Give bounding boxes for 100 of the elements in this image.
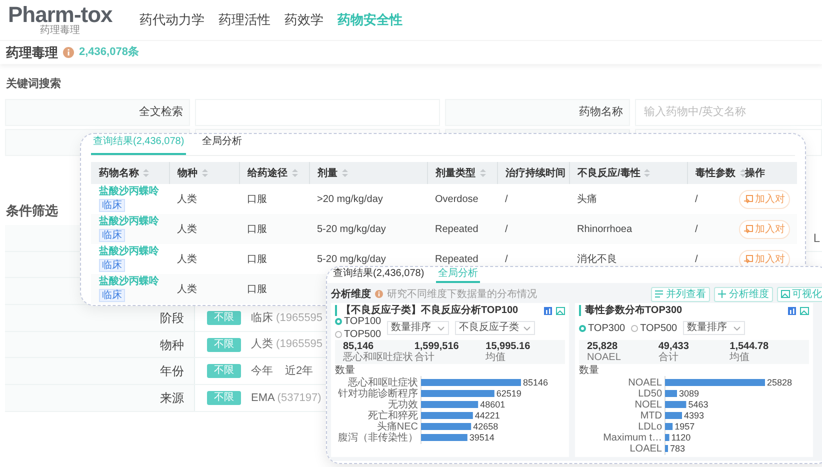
panel-title: 【不良反应子类】不良反应分析TOP100 <box>335 305 518 316</box>
select-field[interactable]: 数量排序 <box>683 321 746 335</box>
info-icon <box>63 47 74 58</box>
data-label: 42658 <box>473 422 498 432</box>
column-header: 给药途径 <box>248 166 288 180</box>
logo-subtitle: 药理毒理 <box>39 26 82 36</box>
table-cell: 消化不良 <box>577 254 617 264</box>
stat-value: 1,599,516 <box>414 341 460 352</box>
category-label: 无功效 <box>388 400 418 410</box>
category-label: 恶心和呕吐症状 <box>348 378 418 388</box>
filter-option[interactable]: 近2年 <box>285 363 314 380</box>
info-icon <box>375 290 383 298</box>
category-label: 死亡和猝死 <box>368 410 418 422</box>
table-cell: / <box>695 224 698 234</box>
table-cell: 口服 <box>247 254 267 264</box>
table-cell: 人类 <box>177 194 197 204</box>
category-label: MTD <box>640 410 662 422</box>
table-cell: >20 mg/kg/day <box>317 194 383 204</box>
table-cell: Repeated <box>435 254 478 264</box>
stat-value: 15,995.16 <box>486 341 532 352</box>
data-label: 44221 <box>474 410 500 420</box>
table-cell: 人类 <box>177 284 197 294</box>
stat-label: 均值 <box>730 352 751 363</box>
caret-icon <box>437 324 446 332</box>
column-header: 治疗持续时间 <box>506 166 566 180</box>
column-header: 不良反应/毒性 <box>578 166 640 180</box>
select-field[interactable]: 不良反应子类 <box>455 321 536 335</box>
select-field[interactable]: 数量排序 <box>387 321 450 335</box>
hint-text: 研究不同维度下数据量的分布情况 <box>387 288 537 302</box>
stat-value: 25,828 <box>587 341 619 352</box>
field-label: 药物名称 <box>445 98 630 126</box>
radio-option[interactable]: TOP100 <box>335 316 382 327</box>
caret-icon <box>733 324 742 332</box>
tab[interactable]: 全局分析 <box>200 134 244 155</box>
stat-value: 49,433 <box>658 341 690 352</box>
field-label: 全文检索 <box>5 98 190 126</box>
column-header: 毒性参数 <box>696 166 736 180</box>
table-cell: 人类 <box>177 254 197 264</box>
table-cell: Overdose <box>435 194 478 204</box>
filter-option[interactable]: 临床 (1965595 <box>251 310 323 326</box>
bar <box>421 434 468 441</box>
nav-tab[interactable]: 药效学 <box>277 10 330 30</box>
stat-label: 合计 <box>658 352 680 363</box>
table-cell: 口服 <box>247 224 267 234</box>
section-title: 条件筛选 <box>6 202 58 220</box>
category-label: NOAEL <box>628 378 662 388</box>
phase-tag: 临床 <box>99 258 125 272</box>
phase-tag: 临床 <box>99 228 125 242</box>
stat-value: 1,544.78 <box>730 341 770 352</box>
data-label: 783 <box>670 444 686 454</box>
data-label: 1120 <box>671 432 691 442</box>
phase-tag: 临床 <box>99 288 125 302</box>
table-cell: Repeated <box>435 224 478 234</box>
axis-label: 数量 <box>335 365 355 376</box>
tab[interactable]: 查询结果(2,436,078) <box>331 268 426 283</box>
radio-option[interactable]: TOP500 <box>631 322 678 334</box>
data-label: 85146 <box>523 378 548 388</box>
input-field[interactable]: 输入药物中/英文名称 <box>635 98 822 126</box>
table-cell: 5-20 mg/kg/day <box>317 224 386 234</box>
category-label: 头痛NEC <box>376 422 418 432</box>
filter-option[interactable]: 今年 <box>251 363 273 380</box>
chart-icon <box>788 306 796 314</box>
category-label: LOAEL <box>630 444 662 454</box>
data-label: 48601 <box>480 400 506 410</box>
table-cell: 人类 <box>177 224 197 234</box>
filter-option[interactable]: L <box>813 228 820 247</box>
nav-tab[interactable]: 药理活性 <box>211 10 278 30</box>
radio-option[interactable]: TOP300 <box>579 322 626 334</box>
filter-option[interactable]: 人类 (1965595 <box>251 336 323 353</box>
nav-tab[interactable]: 药代动力学 <box>132 10 212 30</box>
data-label: 3089 <box>679 388 700 398</box>
stat-label: 均值 <box>486 352 507 363</box>
bar <box>665 445 668 452</box>
stat-value: 85,146 <box>343 341 375 352</box>
bar <box>665 401 686 408</box>
bar <box>421 423 472 430</box>
axis-label: 数量 <box>579 365 599 376</box>
filter-label: 物种 <box>5 332 195 358</box>
table-cell: / <box>695 194 698 204</box>
dimension-label: 分析维度 <box>331 287 371 302</box>
image-icon <box>800 306 809 314</box>
table-cell: 头痛 <box>577 194 597 204</box>
stat-label: 合计 <box>414 352 436 363</box>
filter-label: 来源 <box>5 385 195 411</box>
category-label: Maximum t… <box>603 432 662 444</box>
table-cell: 5-20 mg/kg/day <box>317 254 386 264</box>
radio-option[interactable]: TOP500 <box>335 329 382 340</box>
table-cell: 口服 <box>247 284 267 294</box>
data-label: 62519 <box>496 388 522 398</box>
bar <box>665 423 673 430</box>
column-header: 物种 <box>178 166 198 180</box>
data-label: 25828 <box>767 378 792 388</box>
category-label: 腹泻（非传染性） <box>338 432 418 444</box>
image-icon <box>556 306 565 314</box>
column-header: 操作 <box>745 166 765 180</box>
table-cell: / <box>695 254 698 264</box>
table-cell: / <box>505 224 508 234</box>
bar <box>665 390 677 397</box>
filter-option[interactable]: EMA (537197) <box>251 390 322 406</box>
phase-tag: 临床 <box>99 198 125 212</box>
